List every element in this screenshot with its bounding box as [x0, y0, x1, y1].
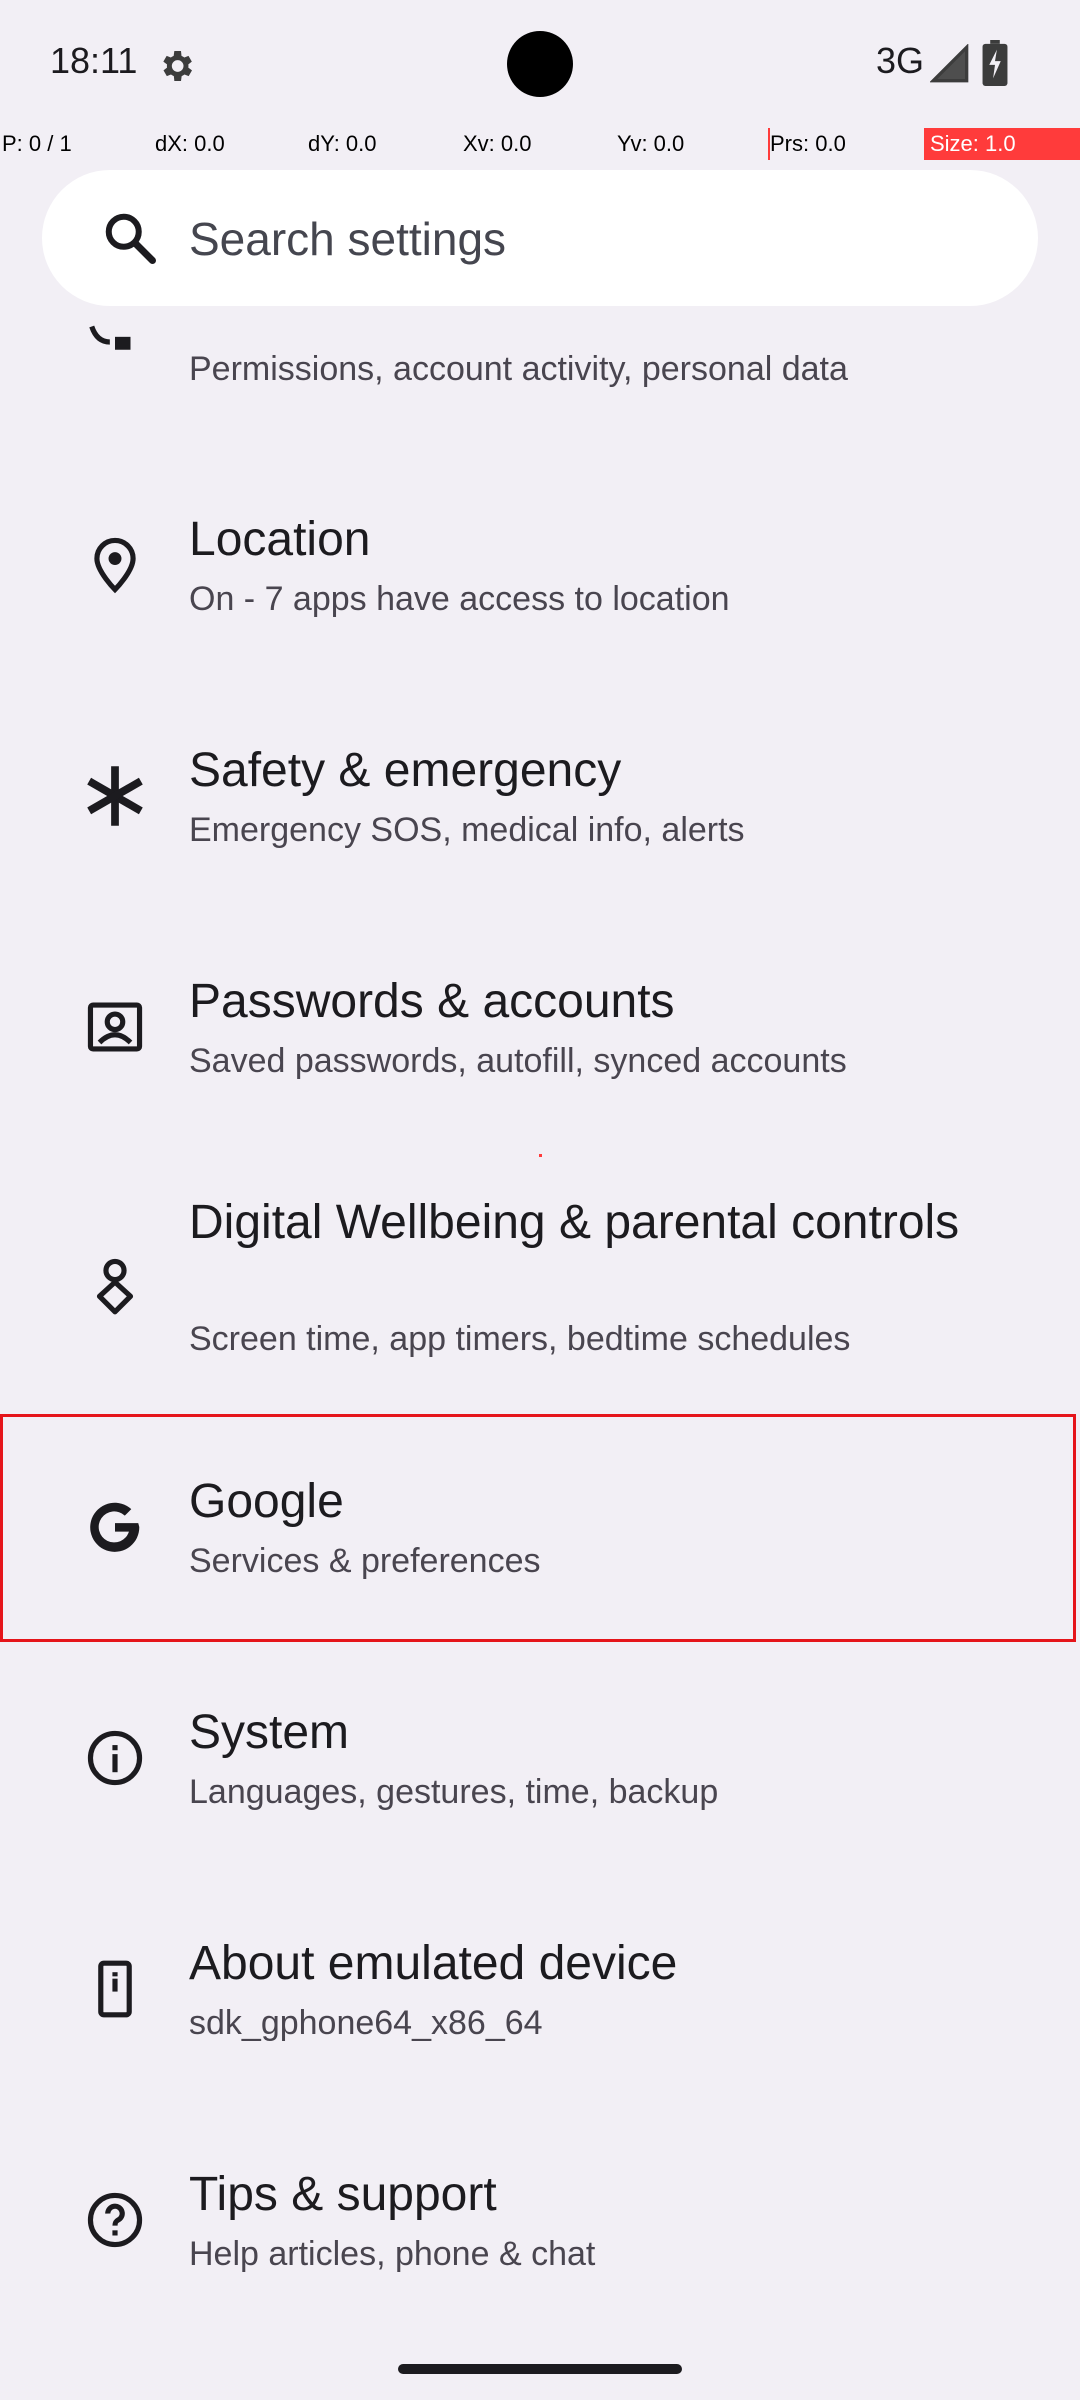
- item-subtitle: Emergency SOS, medical info, alerts: [189, 811, 745, 849]
- account-box-icon: [87, 1002, 143, 1052]
- item-title: Safety & emergency: [189, 744, 622, 797]
- status-time: 18:11: [50, 40, 138, 81]
- debug-pointer-count: P: 0 / 1: [2, 131, 72, 156]
- settings-item-passwords-accounts[interactable]: Passwords & accounts Saved passwords, au…: [0, 972, 1080, 1172]
- item-subtitle: sdk_gphone64_x86_64: [189, 2004, 543, 2042]
- settings-item-tips-support[interactable]: Tips & support Help articles, phone & ch…: [0, 2165, 1080, 2365]
- selection-highlight: [0, 1414, 1076, 1642]
- phone-icon: [98, 1960, 132, 2018]
- settings-item-location[interactable]: Location On - 7 apps have access to loca…: [0, 510, 1080, 710]
- help-icon: [87, 2192, 143, 2248]
- item-subtitle: Help articles, phone & chat: [189, 2235, 596, 2273]
- signal-icon: [930, 44, 969, 83]
- settings-item-safety-emergency[interactable]: Safety & emergency Emergency SOS, medica…: [0, 741, 1080, 941]
- item-subtitle: Screen time, app timers, bedtime schedul…: [189, 1320, 851, 1358]
- settings-item-system[interactable]: System Languages, gestures, time, backup: [0, 1703, 1080, 1903]
- touch-point-marker: [539, 1154, 542, 1157]
- item-title: About emulated device: [189, 1937, 678, 1990]
- gear-icon: [163, 51, 192, 81]
- status-bar: 18:11 3G: [0, 0, 1080, 128]
- location-pin-icon: [94, 537, 136, 594]
- item-title: Tips & support: [189, 2168, 497, 2221]
- debug-dx: dX: 0.0: [155, 131, 225, 156]
- camera-cutout: [507, 31, 573, 97]
- search-placeholder: Search settings: [189, 213, 507, 265]
- settings-item-digital-wellbeing[interactable]: Digital Wellbeing & parental controls Sc…: [0, 1193, 1080, 1373]
- search-bar[interactable]: Search settings: [42, 170, 1038, 306]
- battery-icon: [982, 40, 1008, 86]
- item-subtitle: Languages, gestures, time, backup: [189, 1773, 719, 1811]
- item-title: Digital Wellbeing & parental controls: [189, 1196, 960, 1249]
- item-title: Location: [189, 513, 371, 566]
- info-icon: [87, 1730, 143, 1786]
- debug-xv: Xv: 0.0: [463, 131, 532, 156]
- settings-item-about-device[interactable]: About emulated device sdk_gphone64_x86_6…: [0, 1934, 1080, 2134]
- item-title: Passwords & accounts: [189, 975, 675, 1028]
- pointer-location-overlay: P: 0 / 1 dX: 0.0 dY: 0.0 Xv: 0.0 Yv: 0.0…: [0, 128, 1080, 160]
- item-subtitle: Permissions, account activity, personal …: [189, 350, 848, 388]
- item-title: System: [189, 1706, 350, 1759]
- search-icon: [105, 213, 156, 264]
- settings-item-security-privacy[interactable]: Permissions, account activity, personal …: [0, 320, 1080, 430]
- network-type: 3G: [876, 40, 925, 81]
- gesture-nav-handle[interactable]: [398, 2364, 682, 2374]
- debug-yv: Yv: 0.0: [617, 131, 685, 156]
- wellbeing-icon: [96, 1258, 134, 1315]
- item-subtitle: Saved passwords, autofill, synced accoun…: [189, 1042, 847, 1080]
- debug-pressure: Prs: 0.0: [770, 131, 846, 156]
- item-subtitle: On - 7 apps have access to location: [189, 580, 730, 618]
- debug-dy: dY: 0.0: [308, 131, 377, 156]
- privacy-icon: [89, 325, 131, 350]
- debug-size: Size: 1.0: [924, 128, 1080, 160]
- asterisk-icon: [87, 766, 143, 826]
